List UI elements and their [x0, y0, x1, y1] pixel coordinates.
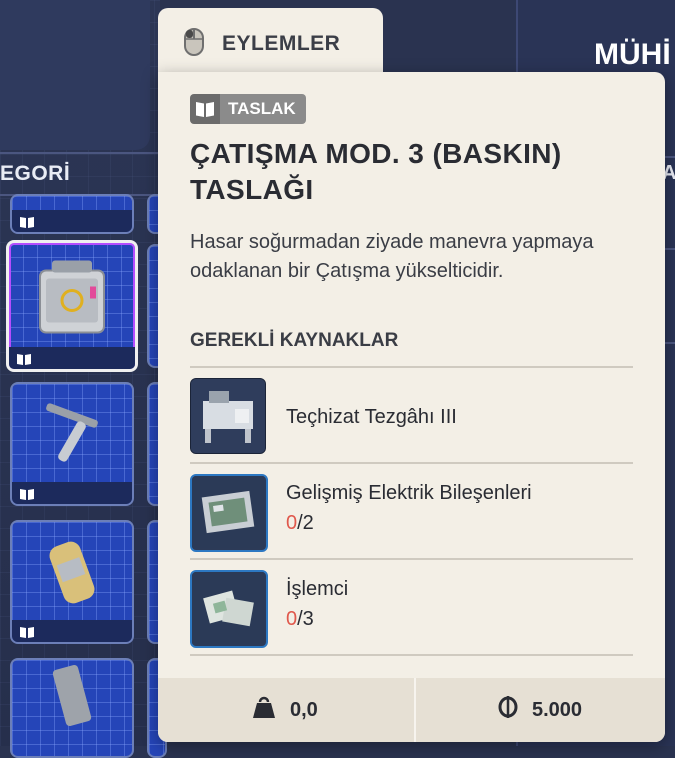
weight-stat: 0,0	[252, 678, 318, 742]
category-label: EGORİ	[0, 162, 71, 185]
tab-label: EYLEMLER	[222, 32, 341, 55]
book-icon	[190, 94, 220, 124]
book-icon	[17, 353, 31, 365]
right-panel-title: MÜHİ	[594, 38, 671, 71]
price-stat: 5.000	[498, 678, 582, 742]
weight-icon	[252, 696, 276, 724]
resource-count: 0/3	[286, 608, 314, 630]
item-description: Hasar soğurmadan ziyade manevra yapmaya …	[190, 231, 594, 282]
barrel-item-icon	[47, 661, 97, 736]
resource-count: 0/2	[286, 512, 314, 534]
capsule-item-icon	[42, 537, 102, 618]
book-icon	[20, 488, 34, 500]
requirements-header: GEREKLİ KAYNAKLAR	[190, 330, 399, 351]
mouse-icon	[184, 27, 204, 61]
currency-icon	[498, 696, 518, 724]
electrical-components-icon	[190, 474, 268, 552]
resource-row: İşlemci 0/3	[190, 560, 633, 654]
book-icon	[20, 216, 34, 228]
resource-name: İşlemci	[286, 578, 349, 600]
card-footer: 0,0 5.000	[158, 678, 665, 742]
badge-label: TASLAK	[220, 94, 306, 124]
title-line-1: ÇATIŞMA MOD. 3 (BASKIN)	[190, 138, 562, 169]
blueprint-tile[interactable]	[10, 382, 134, 506]
resource-row: Teçhizat Tezgâhı III	[190, 368, 633, 462]
tool-item-icon	[37, 402, 107, 477]
resource-row: Gelişmiş Elektrik Bileşenleri 0/2	[190, 464, 633, 558]
divider	[190, 654, 633, 656]
resource-name: Gelişmiş Elektrik Bileşenleri	[286, 482, 532, 504]
blueprint-tile[interactable]	[10, 194, 134, 234]
blueprint-tile-selected[interactable]	[6, 240, 138, 372]
case-item-icon	[32, 256, 112, 345]
weight-value: 0,0	[290, 698, 318, 721]
blueprint-tooltip-card: TASLAK ÇATIŞMA MOD. 3 (BASKIN) TASLAĞI H…	[158, 72, 665, 742]
blueprint-tile[interactable]	[10, 520, 134, 644]
category-header: EGORİ	[0, 152, 164, 196]
book-icon	[20, 626, 34, 638]
top-left-panel	[0, 0, 150, 150]
actions-tab[interactable]: EYLEMLER	[158, 8, 383, 80]
item-title: ÇATIŞMA MOD. 3 (BASKIN) TASLAĞI	[190, 136, 630, 208]
workbench-icon	[190, 378, 266, 454]
blueprint-tile[interactable]	[10, 658, 134, 758]
resource-name: Teçhizat Tezgâhı III	[286, 406, 457, 428]
type-badge: TASLAK	[190, 94, 306, 124]
processor-icon	[190, 570, 268, 648]
price-value: 5.000	[532, 698, 583, 721]
title-line-2: TASLAĞI	[190, 174, 314, 205]
